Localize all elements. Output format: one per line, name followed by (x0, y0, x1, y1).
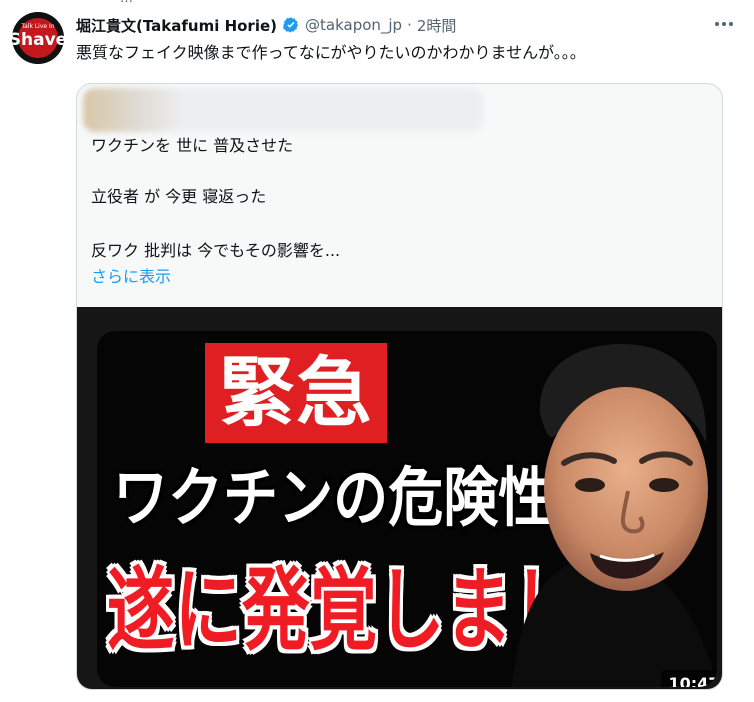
avatar-small-text: Talk Live In (20, 23, 54, 30)
person-figure (512, 344, 717, 687)
quoted-tweet-card[interactable]: ワクチンを 世に 普及させた 立役者 が 今更 寝返った 反ワク 批判は 今でも… (76, 83, 723, 690)
video-duration: 10:47 (661, 670, 717, 687)
more-options-button[interactable] (712, 14, 736, 34)
quoted-text-line: 立役者 が 今更 寝返った (91, 187, 267, 206)
avatar-logo-text: Shave (12, 30, 64, 50)
video-thumbnail[interactable]: 緊急 ワクチンの危険性が 遂に発覚しました 10:47 (77, 307, 722, 689)
tweet-text: 悪質なフェイク映像まで作ってなにがやりたいのかわかりませんが。。。 (76, 43, 586, 62)
tweet-time[interactable]: 2時間 (417, 15, 457, 36)
author-name[interactable]: 堀江貴文(Takafumi Horie) (76, 15, 277, 36)
top-edge-fragment: … (120, 0, 230, 5)
verified-badge-icon (283, 17, 299, 33)
quoted-text-line: ワクチンを 世に 普及させた (91, 136, 294, 155)
author-avatar[interactable]: Talk Live In Shave (12, 12, 64, 64)
avatar-logo: Talk Live In Shave (12, 12, 64, 64)
author-handle[interactable]: @takapon_jp (305, 16, 402, 34)
video-badge: 緊急 (205, 343, 387, 443)
tweet-header: 堀江貴文(Takafumi Horie) @takapon_jp · 2時間 (76, 14, 738, 36)
header-separator: · (407, 16, 412, 34)
show-more-link[interactable]: さらに表示 (91, 267, 171, 287)
quoted-text-line: 反ワク 批判は 今でもその影響を... (91, 241, 341, 260)
more-options-icon (715, 22, 733, 26)
video-frame: 緊急 ワクチンの危険性が 遂に発覚しました 10:47 (97, 331, 717, 687)
blurred-quoted-author-header (83, 88, 483, 132)
